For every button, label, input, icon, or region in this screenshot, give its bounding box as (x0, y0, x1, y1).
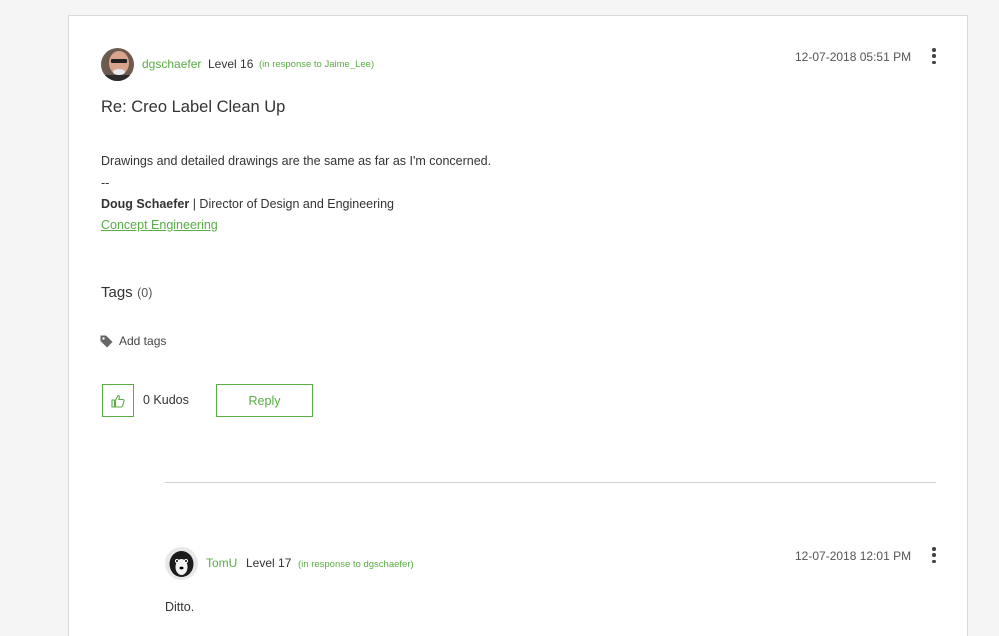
signature-title: | Director of Design and Engineering (189, 197, 394, 211)
message-panel: dgschaefer Level 16 (in response to Jaim… (68, 15, 968, 636)
in-response-link[interactable]: (in response to dgschaefer) (298, 559, 414, 570)
kudos-count: 0 Kudos (143, 393, 189, 407)
author-rank: Level 16 (208, 57, 254, 71)
tags-count: (0) (137, 286, 153, 300)
post-subject: Re: Creo Label Clean Up (101, 98, 286, 116)
add-tags-label: Add tags (119, 334, 167, 348)
author-name[interactable]: TomU (206, 556, 237, 570)
avatar-dgschaefer[interactable] (101, 48, 134, 81)
add-tags-button[interactable]: Add tags (100, 334, 166, 348)
reply-divider (165, 482, 936, 483)
kudo-button[interactable] (102, 384, 134, 417)
thumbs-up-icon (111, 394, 125, 408)
avatar-tomu[interactable] (165, 547, 198, 580)
author-rank: Level 17 (246, 556, 292, 570)
post-timestamp: 12-07-2018 12:01 PM (795, 549, 912, 563)
post-body-text: Drawings and detailed drawings are the s… (101, 154, 492, 168)
reply-button[interactable]: Reply (216, 384, 313, 417)
more-options-icon[interactable] (928, 547, 940, 563)
signature-separator: -- (101, 176, 110, 190)
tag-icon (100, 335, 113, 347)
post-body-text: Ditto. (165, 600, 195, 614)
author-name[interactable]: dgschaefer (142, 57, 201, 71)
signature-company-link[interactable]: Concept Engineering (101, 218, 218, 232)
in-response-link[interactable]: (in response to Jaime_Lee) (259, 59, 374, 70)
tags-section-title: Tags (0) (101, 284, 152, 302)
more-options-icon[interactable] (928, 48, 940, 64)
signature-name: Doug Schaefer (101, 197, 190, 211)
post-timestamp: 12-07-2018 05:51 PM (795, 50, 912, 64)
tags-title: Tags (101, 284, 133, 301)
signature-line: Doug Schaefer | Director of Design and E… (101, 197, 394, 211)
